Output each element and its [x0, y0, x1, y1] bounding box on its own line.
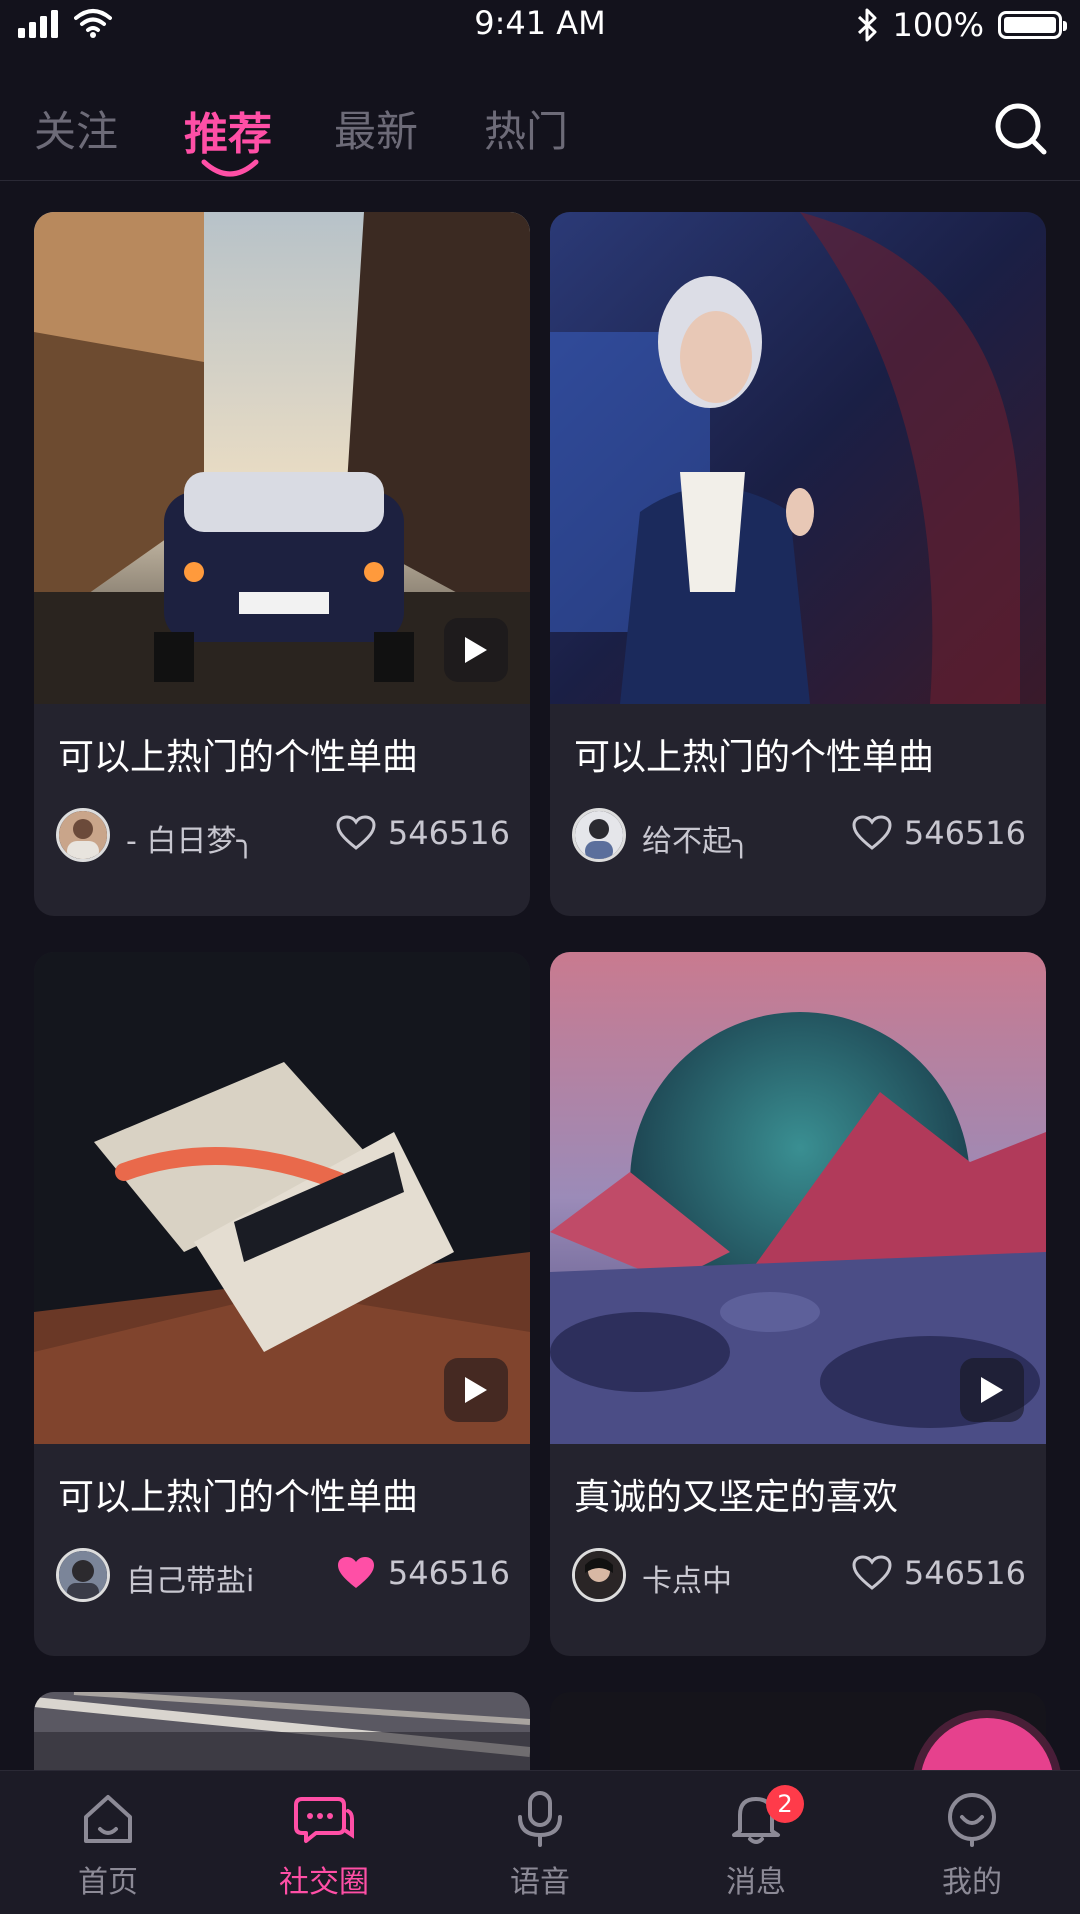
profile-icon	[948, 1793, 996, 1847]
like-count: 546516	[903, 1554, 1026, 1592]
card-title[interactable]: 可以上热门的个性单曲	[58, 728, 418, 780]
card-title[interactable]: 可以上热门的个性单曲	[574, 728, 934, 780]
card-footer: - 白日梦╮ 546516	[56, 808, 510, 866]
like-button[interactable]: 546516	[336, 1554, 510, 1592]
avatar[interactable]	[56, 1548, 110, 1602]
nav-label: 语音	[510, 1865, 570, 1900]
battery-icon	[998, 11, 1067, 39]
like-button[interactable]: 546516	[852, 814, 1026, 852]
nav-label: 首页	[78, 1865, 138, 1900]
active-tab-indicator	[201, 159, 259, 177]
heart-filled-icon	[337, 1557, 374, 1588]
woman-portrait-image	[550, 212, 1046, 704]
status-right: 100%	[855, 6, 1067, 44]
author-name[interactable]: 给不起╮	[642, 816, 750, 860]
tab-latest[interactable]: 最新	[334, 98, 418, 159]
tab-recommend[interactable]: 推荐	[184, 98, 272, 162]
card-title[interactable]: 真诚的又坚定的喜欢	[574, 1468, 898, 1520]
card-title[interactable]: 可以上热门的个性单曲	[58, 1468, 418, 1520]
bottom-nav: 首页 社交圈 语音 2 消息 我的	[0, 1770, 1080, 1914]
tab-hot[interactable]: 热门	[484, 98, 568, 159]
play-icon	[465, 637, 487, 663]
nav-label: 我的	[942, 1865, 1002, 1900]
author-name[interactable]: 卡点中	[642, 1556, 732, 1600]
play-icon	[981, 1377, 1003, 1403]
nav-label: 消息	[726, 1865, 786, 1900]
heart-outline-icon	[852, 815, 892, 850]
search-icon[interactable]	[992, 100, 1050, 158]
notification-badge: 2	[766, 1785, 804, 1823]
play-button[interactable]	[444, 1358, 508, 1422]
play-button[interactable]	[444, 618, 508, 682]
nav-messages[interactable]: 2 消息	[676, 1785, 836, 1901]
app-screen: 9:41 AM 100% 关注 推荐 最新 热门 可以上热门的个性单曲 - 白日…	[0, 0, 1080, 1914]
like-count: 546516	[387, 1554, 510, 1592]
heart-outline-icon	[336, 815, 376, 850]
avatar[interactable]	[572, 808, 626, 862]
bluetooth-icon	[857, 8, 877, 42]
play-button[interactable]	[960, 1358, 1024, 1422]
like-button[interactable]: 546516	[336, 814, 510, 852]
tab-follow[interactable]: 关注	[34, 98, 118, 159]
feed-card[interactable]: 可以上热门的个性单曲 自己带盐i 546516	[34, 952, 530, 1656]
nav-voice[interactable]: 语音	[460, 1789, 620, 1901]
card-media[interactable]	[550, 212, 1046, 704]
home-icon	[84, 1795, 132, 1843]
card-footer: 自己带盐i 546516	[56, 1548, 510, 1606]
avatar[interactable]	[56, 808, 110, 862]
nav-profile[interactable]: 我的	[892, 1789, 1052, 1901]
author-name[interactable]: - 白日梦╮	[126, 816, 254, 860]
like-count: 546516	[903, 814, 1026, 852]
avatar[interactable]	[572, 1548, 626, 1602]
nav-social[interactable]: 社交圈	[244, 1789, 404, 1901]
card-media[interactable]	[34, 952, 530, 1444]
card-footer: 卡点中 546516	[572, 1548, 1026, 1606]
like-count: 546516	[387, 814, 510, 852]
feed-card[interactable]: 可以上热门的个性单曲 给不起╮ 546516	[550, 212, 1046, 916]
nav-home[interactable]: 首页	[28, 1789, 188, 1901]
status-bar: 9:41 AM 100%	[0, 0, 1080, 50]
feed-card[interactable]: 真诚的又坚定的喜欢 卡点中 546516	[550, 952, 1046, 1656]
like-button[interactable]: 546516	[852, 1554, 1026, 1592]
card-media[interactable]	[550, 952, 1046, 1444]
nav-label: 社交圈	[279, 1865, 369, 1900]
feed-tabs: 关注 推荐 最新 热门	[0, 80, 1080, 181]
card-media[interactable]	[34, 212, 530, 704]
battery-percent: 100%	[892, 6, 984, 44]
play-icon	[465, 1377, 487, 1403]
mic-icon	[518, 1791, 562, 1847]
feed-card[interactable]: 可以上热门的个性单曲 - 白日梦╮ 546516	[34, 212, 530, 916]
chat-icon	[294, 1797, 354, 1843]
card-footer: 给不起╮ 546516	[572, 808, 1026, 866]
author-name[interactable]: 自己带盐i	[126, 1556, 254, 1600]
heart-outline-icon	[852, 1555, 892, 1590]
